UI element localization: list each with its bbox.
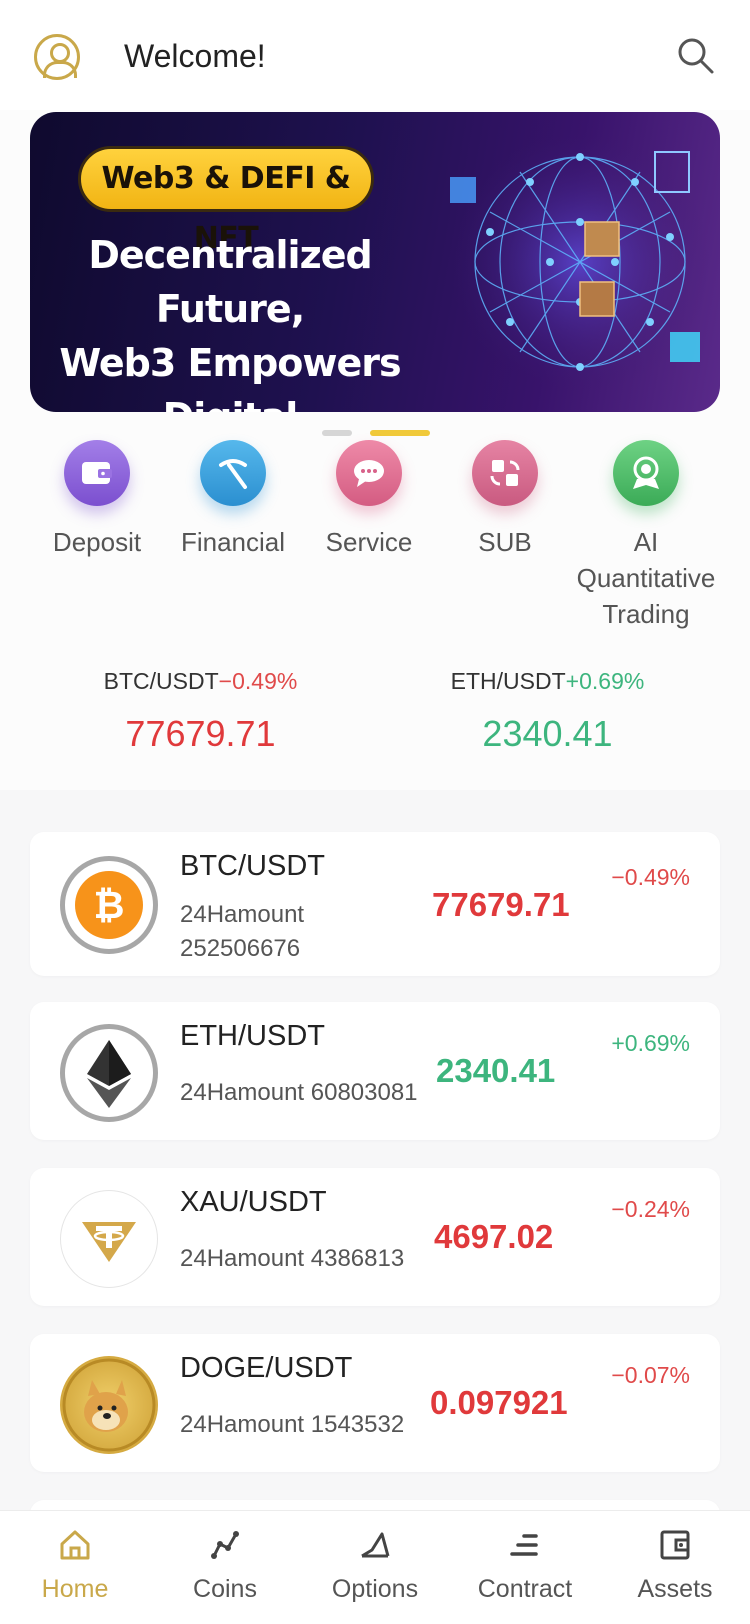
nav-home[interactable]: Home <box>0 1525 150 1604</box>
exchange-icon <box>472 440 538 506</box>
pagination-dot-active[interactable] <box>370 430 430 436</box>
contract-icon <box>450 1525 600 1565</box>
quick-action-label: Financial <box>180 527 286 557</box>
pagination-dot[interactable] <box>322 430 352 436</box>
market-pair: BTC/USDT <box>180 850 325 882</box>
banner-line: Digital Ownership <box>50 390 410 412</box>
nav-contract[interactable]: Contract <box>450 1525 600 1604</box>
nav-label: Options <box>331 1575 419 1603</box>
options-icon <box>300 1525 450 1565</box>
market-price: 2340.41 <box>436 1052 556 1089</box>
ticker-pair: ETH/USDT <box>450 668 566 694</box>
market-volume: 24Hamount 60803081 <box>180 1076 418 1110</box>
market-volume-value: 4386813 <box>310 1245 405 1272</box>
quick-actions: Deposit Financial Service SUB AI Quantit… <box>0 440 750 640</box>
ticker-change: +0.69% <box>565 668 645 694</box>
chat-icon <box>336 440 402 506</box>
quick-action-label: Deposit <box>52 527 142 557</box>
ticker-price: 2340.41 <box>482 713 613 754</box>
market-card-xau[interactable]: XAU/USDT 24Hamount 4386813 4697.02 −0.24… <box>30 1168 720 1306</box>
welcome-title: Welcome! <box>124 38 266 74</box>
banner-line: Decentralized Future, <box>88 233 372 331</box>
ticker-change: −0.49% <box>218 668 298 694</box>
ticker-pair: BTC/USDT <box>103 668 219 694</box>
market-pair: ETH/USDT <box>180 1020 325 1052</box>
app-header: Welcome! <box>0 0 750 110</box>
banner-headline: Decentralized Future, Web3 Empowers Digi… <box>50 228 410 412</box>
quick-action-ai-trading[interactable]: AI Quantitative Trading <box>576 440 716 632</box>
network-globe-illustration <box>450 132 710 392</box>
quick-action-label: AI Quantitative Trading <box>576 527 716 629</box>
market-price: 4697.02 <box>434 1218 554 1255</box>
badge-icon <box>613 440 679 506</box>
ticker-btc[interactable]: BTC/USDT−0.49% 77679.71 <box>13 668 388 755</box>
coins-icon <box>150 1525 300 1565</box>
market-change: −0.49% <box>611 864 690 890</box>
market-card-btc[interactable]: ₿ BTC/USDT 24Hamount 252506676 77679.71 … <box>30 832 720 976</box>
ticker-eth[interactable]: ETH/USDT+0.69% 2340.41 <box>360 668 735 755</box>
banner-line: Web3 Empowers <box>59 341 401 385</box>
market-card-doge[interactable]: DOGE/USDT 24Hamount 1543532 0.097921 −0.… <box>30 1334 720 1472</box>
market-change: −0.24% <box>611 1196 690 1222</box>
ticker-price: 77679.71 <box>125 713 276 754</box>
nav-label: Contract <box>477 1575 573 1603</box>
market-price: 0.097921 <box>430 1384 568 1421</box>
market-change: +0.69% <box>611 1030 690 1056</box>
market-volume-label: 24Hamount <box>180 901 305 928</box>
market-volume-label: 24Hamount <box>180 1079 305 1106</box>
market-volume: 252506676 <box>180 935 301 962</box>
ticker-heading: BTC/USDT−0.49% <box>13 668 388 695</box>
home-icon <box>0 1525 150 1565</box>
nav-label: Home <box>41 1575 109 1603</box>
nav-coins[interactable]: Coins <box>150 1525 300 1604</box>
market-volume: 24Hamount 4386813 <box>180 1242 404 1276</box>
wallet-icon <box>600 1525 750 1565</box>
svg-text:₿: ₿ <box>94 883 125 927</box>
banner-pill: Web3 & DEFI & NFT <box>78 146 374 256</box>
market-pair: XAU/USDT <box>180 1186 327 1218</box>
quick-action-deposit[interactable]: Deposit <box>27 440 167 560</box>
nav-options[interactable]: Options <box>300 1525 450 1604</box>
ethereum-icon <box>60 1024 158 1122</box>
quick-action-label: Service <box>325 527 413 557</box>
market-change: −0.07% <box>611 1362 690 1388</box>
avatar-icon[interactable] <box>34 34 80 80</box>
search-icon[interactable] <box>676 36 716 76</box>
nav-label: Assets <box>637 1575 713 1603</box>
market-volume-value: 60803081 <box>310 1079 418 1106</box>
nav-assets[interactable]: Assets <box>600 1525 750 1604</box>
pickaxe-icon <box>200 440 266 506</box>
wallet-icon <box>64 440 130 506</box>
market-volume-value: 1543532 <box>310 1411 405 1438</box>
quick-action-sub[interactable]: SUB <box>435 440 575 560</box>
quick-action-service[interactable]: Service <box>299 440 439 560</box>
market-volume: 24Hamount 1543532 <box>180 1408 404 1442</box>
bitcoin-icon: ₿ <box>60 856 158 954</box>
market-price: 77679.71 <box>432 886 570 923</box>
quick-action-label: SUB <box>478 527 532 557</box>
promo-banner[interactable]: Web3 & DEFI & NFT Decentralized Future, … <box>30 112 720 412</box>
market-card-eth[interactable]: ETH/USDT 24Hamount 60803081 2340.41 +0.6… <box>30 1002 720 1140</box>
market-volume-label: 24Hamount <box>180 1411 305 1438</box>
market-pair: DOGE/USDT <box>180 1352 353 1384</box>
dogecoin-icon <box>60 1356 158 1454</box>
nav-label: Coins <box>193 1575 257 1603</box>
market-volume-label: 24Hamount <box>180 1245 305 1272</box>
ticker-heading: ETH/USDT+0.69% <box>360 668 735 695</box>
bottom-nav: Home Coins Options Contract Assets <box>0 1510 750 1624</box>
quick-action-financial[interactable]: Financial <box>163 440 303 560</box>
tether-gold-icon <box>60 1190 158 1288</box>
